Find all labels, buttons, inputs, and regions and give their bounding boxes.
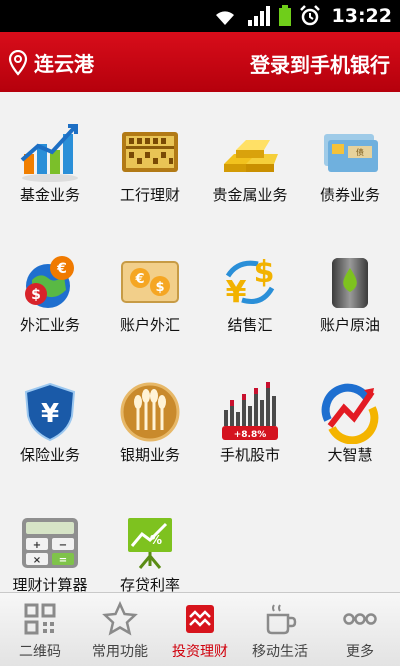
grid-item-label: 工行理财 bbox=[119, 186, 180, 204]
yen-dollar-exchange-icon: ¥ $ bbox=[226, 255, 275, 310]
grid-item-bank-futures[interactable]: 银期业务 bbox=[100, 352, 200, 482]
grid-item-label: 贵金属业务 bbox=[212, 186, 288, 204]
coins-exchange-icon: € $ bbox=[121, 261, 179, 303]
svg-text:=: = bbox=[59, 555, 67, 566]
grid-item-account-forex[interactable]: € $ 账户外汇 bbox=[100, 222, 200, 352]
abacus-icon bbox=[122, 132, 178, 172]
gold-bars-icon bbox=[224, 140, 278, 172]
stock-badge: +8.8% bbox=[234, 430, 267, 440]
grid-item-fund[interactable]: 基金业务 bbox=[0, 92, 100, 222]
grid-item-label: 结售汇 bbox=[227, 316, 273, 334]
wheat-coin-icon bbox=[120, 382, 180, 442]
grid-item-label: 理财计算器 bbox=[12, 576, 88, 592]
nav-label: 常用功能 bbox=[92, 644, 148, 660]
grid-item-label: 大智慧 bbox=[327, 446, 373, 464]
svg-text:¥: ¥ bbox=[226, 275, 247, 310]
svg-text:债: 债 bbox=[356, 147, 364, 157]
svg-text:$: $ bbox=[31, 287, 41, 303]
grid-item-dazhihui[interactable]: 大智慧 bbox=[300, 352, 400, 482]
battery-icon bbox=[278, 5, 291, 26]
grid-item-mobile-stock[interactable]: +8.8% 手机股市 bbox=[200, 352, 300, 482]
svg-text:+: + bbox=[33, 540, 41, 551]
nav-label: 二维码 bbox=[19, 644, 61, 660]
bottom-nav: 二维码 常用功能 投资理财 移动生活 更多 bbox=[0, 592, 400, 666]
app-header: 连云港 登录到手机银行 bbox=[0, 32, 400, 92]
status-time: 13:22 bbox=[331, 5, 392, 27]
svg-text:$: $ bbox=[254, 255, 275, 290]
grid-item-label: 手机股市 bbox=[219, 446, 280, 464]
grid-item-label: 账户外汇 bbox=[119, 316, 180, 334]
svg-text:¥: ¥ bbox=[41, 399, 59, 429]
grid-item-fx-settlement[interactable]: ¥ $ 结售汇 bbox=[200, 222, 300, 352]
nav-label: 投资理财 bbox=[172, 644, 228, 660]
grid-item-account-oil[interactable]: 账户原油 bbox=[300, 222, 400, 352]
grid-item-label: 账户原油 bbox=[319, 316, 380, 334]
svg-text:€: € bbox=[56, 261, 67, 277]
nav-tab-qrcode[interactable]: 二维码 bbox=[0, 593, 80, 666]
grid-item-label: 外汇业务 bbox=[19, 316, 80, 334]
nav-tab-common-functions[interactable]: 常用功能 bbox=[80, 593, 160, 666]
location-selector[interactable]: 连云港 bbox=[8, 48, 94, 77]
svg-text:%: % bbox=[150, 533, 162, 547]
investment-icon bbox=[186, 605, 214, 633]
nav-label: 更多 bbox=[346, 644, 374, 660]
svg-text:×: × bbox=[33, 555, 41, 566]
nav-tab-investment[interactable]: 投资理财 bbox=[160, 593, 240, 666]
grid-item-label: 存贷利率 bbox=[119, 576, 180, 592]
yuan-shield-icon: ¥ bbox=[24, 382, 76, 442]
stock-chart-icon: +8.8% bbox=[222, 382, 278, 440]
svg-text:−: − bbox=[59, 540, 67, 551]
signal-icon bbox=[247, 6, 270, 26]
qr-code-icon bbox=[24, 603, 56, 635]
globe-currency-icon: € $ bbox=[25, 256, 74, 308]
more-dots-icon bbox=[343, 613, 377, 625]
login-button[interactable]: 登录到手机银行 bbox=[250, 49, 390, 78]
status-bar: 13:22 bbox=[0, 0, 400, 32]
nav-label: 移动生活 bbox=[252, 644, 308, 660]
dazhihui-logo-icon bbox=[321, 383, 379, 444]
location-pin-icon bbox=[8, 49, 28, 76]
city-label: 连云港 bbox=[34, 52, 94, 76]
oil-barrel-icon bbox=[332, 258, 368, 308]
grid-item-label: 基金业务 bbox=[19, 186, 80, 204]
grid-item-deposit-loan-rate[interactable]: % 存贷利率 bbox=[100, 482, 200, 592]
grid-item-insurance[interactable]: ¥ 保险业务 bbox=[0, 352, 100, 482]
nav-tab-more[interactable]: 更多 bbox=[320, 593, 400, 666]
svg-text:$: $ bbox=[155, 280, 164, 295]
grid-item-calculator[interactable]: + − × = 理财计算器 bbox=[0, 482, 100, 592]
grid-item-bond[interactable]: 债 债券业务 bbox=[300, 92, 400, 222]
nav-tab-mobile-life[interactable]: 移动生活 bbox=[240, 593, 320, 666]
svg-text:€: € bbox=[134, 272, 144, 287]
fund-chart-icon bbox=[20, 124, 78, 182]
investment-grid: 基金业务 工行理财 贵金属业务 债 债券业务 € $ 外汇业务 € $ 账户外汇… bbox=[0, 92, 400, 592]
wifi-icon bbox=[215, 11, 234, 25]
grid-item-label: 债券业务 bbox=[319, 186, 380, 204]
grid-item-forex[interactable]: € $ 外汇业务 bbox=[0, 222, 100, 352]
coffee-cup-icon bbox=[266, 604, 297, 635]
star-icon bbox=[102, 601, 138, 636]
calculator-icon: + − × = bbox=[22, 518, 78, 568]
alarm-icon bbox=[299, 5, 320, 26]
bond-icon: 债 bbox=[324, 134, 378, 172]
grid-item-wealth[interactable]: 工行理财 bbox=[100, 92, 200, 222]
grid-item-label: 银期业务 bbox=[119, 446, 180, 464]
rate-board-icon: % bbox=[128, 518, 172, 569]
grid-item-precious-metal[interactable]: 贵金属业务 bbox=[200, 92, 300, 222]
grid-item-label: 保险业务 bbox=[19, 446, 80, 464]
